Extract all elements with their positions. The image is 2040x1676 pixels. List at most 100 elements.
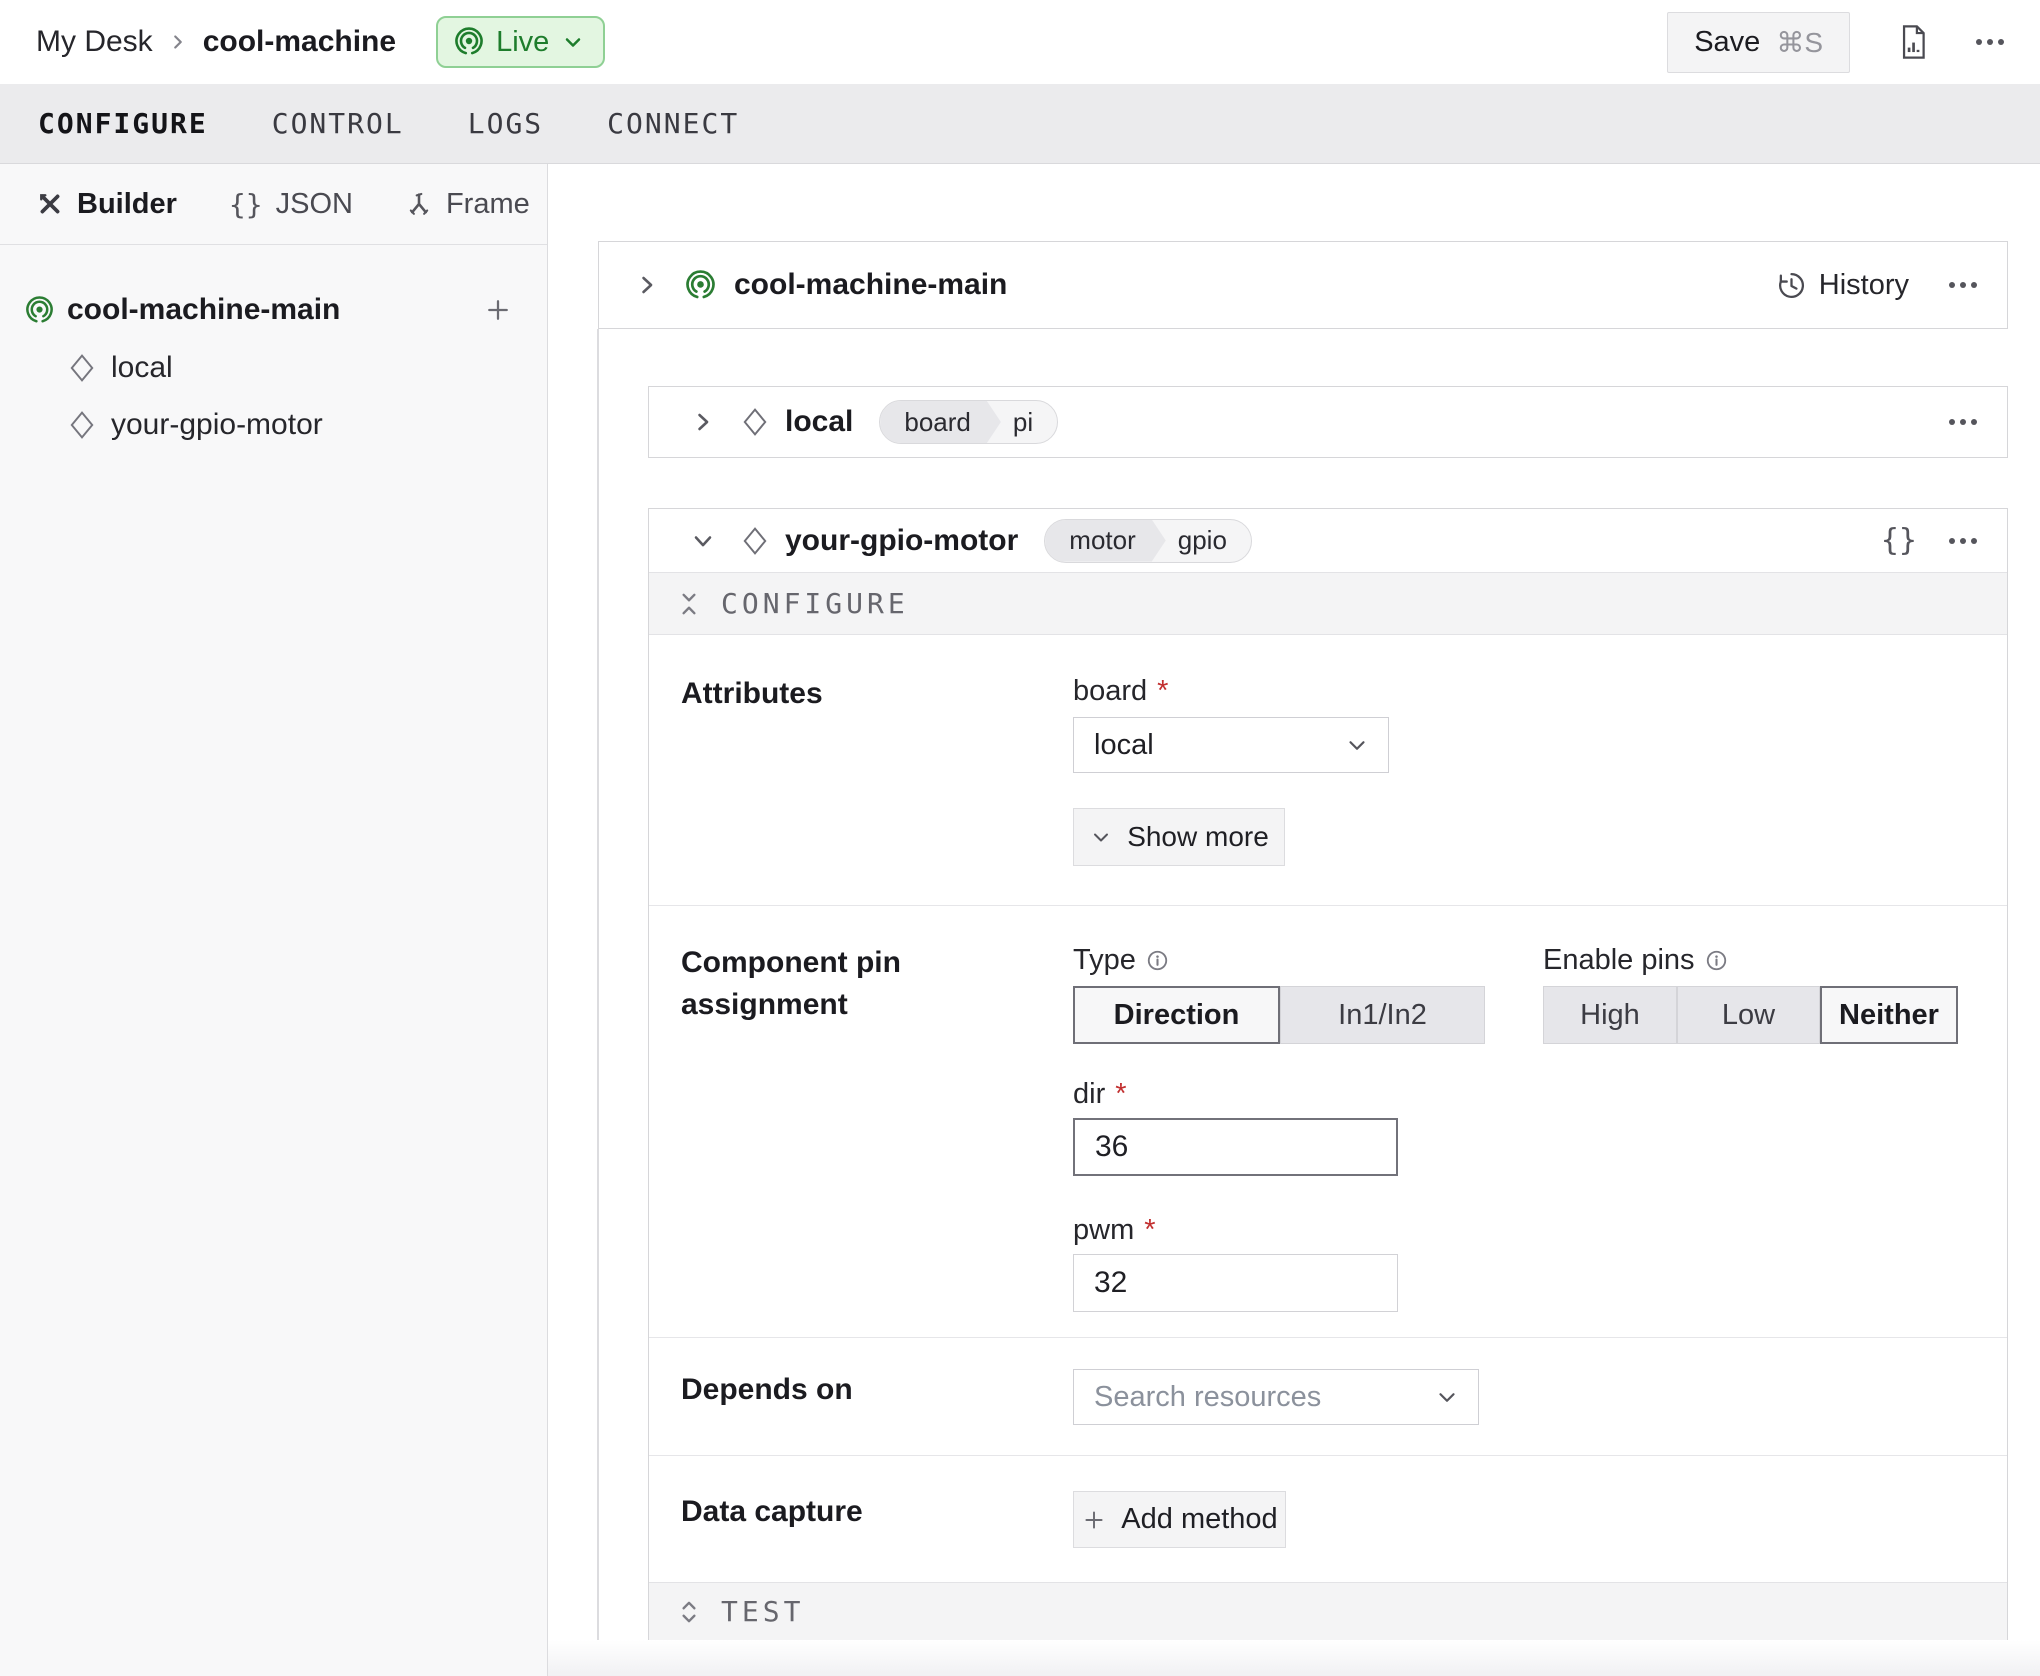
attributes-section-label: Attributes xyxy=(681,673,1073,905)
dir-pin-input[interactable] xyxy=(1073,1118,1398,1176)
component-diamond-icon xyxy=(743,408,767,436)
tab-configure[interactable]: CONFIGURE xyxy=(38,107,208,140)
broadcast-icon xyxy=(454,27,484,57)
depends-on-select[interactable]: Search resources xyxy=(1073,1369,1479,1425)
tree-item-machine-part-label: cool-machine-main xyxy=(67,293,470,327)
view-tab-json-label: JSON xyxy=(276,188,353,221)
tab-connect[interactable]: CONNECT xyxy=(607,107,739,140)
broadcast-icon xyxy=(685,270,716,301)
component-diamond-icon xyxy=(743,527,767,555)
tree-item-local[interactable]: local xyxy=(0,339,547,396)
test-section-label: TEST xyxy=(721,1595,804,1628)
ellipsis-icon xyxy=(1976,39,2004,45)
required-marker: * xyxy=(1115,1078,1126,1111)
view-tab-builder-label: Builder xyxy=(77,188,177,221)
curly-braces-icon: {} xyxy=(229,188,263,221)
pwm-field-label: pwm xyxy=(1073,1214,1134,1247)
required-marker: * xyxy=(1144,1214,1155,1247)
chevron-right-icon[interactable] xyxy=(689,408,717,436)
gpio-motor-card-header: your-gpio-motor motor gpio {} xyxy=(649,509,2007,572)
save-shortcut: ⌘S xyxy=(1776,26,1823,59)
machine-part-title: cool-machine-main xyxy=(734,268,1007,302)
local-board-title: local xyxy=(785,405,853,439)
add-method-button[interactable]: Add method xyxy=(1073,1491,1286,1548)
tree-item-your-gpio-motor[interactable]: your-gpio-motor xyxy=(0,396,547,453)
breadcrumb-parent[interactable]: My Desk xyxy=(36,25,153,59)
add-component-icon[interactable] xyxy=(483,295,513,325)
pwm-pin-input[interactable] xyxy=(1073,1254,1398,1312)
pin-assignment-section: Component pin assignment Type xyxy=(649,906,2007,1338)
info-icon[interactable] xyxy=(1705,949,1728,972)
view-tab-frame[interactable]: Frame xyxy=(405,188,530,221)
depends-on-section-label: Depends on xyxy=(681,1369,1073,1455)
configure-main-panel: cool-machine-main History xyxy=(548,164,2040,1676)
configure-section-label: CONFIGURE xyxy=(721,587,909,620)
save-button-label: Save xyxy=(1694,26,1760,59)
show-more-button[interactable]: Show more xyxy=(1073,808,1285,866)
expand-vertical-icon xyxy=(679,1598,699,1626)
type-toggle-group: Direction In1/In2 xyxy=(1073,986,1485,1044)
tab-control[interactable]: CONTROL xyxy=(272,107,404,140)
edit-json-icon[interactable]: {} xyxy=(1881,523,1917,558)
enable-pins-toggle-group: High Low Neither xyxy=(1543,986,1958,1044)
enable-option-low[interactable]: Low xyxy=(1677,986,1820,1044)
resource-tree: cool-machine-main local your-gpio-motor xyxy=(0,245,547,453)
data-capture-section: Data capture Add method xyxy=(649,1456,2007,1582)
add-method-label: Add method xyxy=(1121,1503,1277,1536)
file-chart-icon xyxy=(1896,23,1930,61)
gpio-motor-type-tag: motor gpio xyxy=(1044,519,1252,563)
machine-report-button[interactable] xyxy=(1896,23,1930,61)
view-tab-json[interactable]: {} JSON xyxy=(229,188,353,221)
enable-option-high[interactable]: High xyxy=(1543,986,1677,1044)
component-diamond-icon xyxy=(70,354,94,382)
type-field-label: Type xyxy=(1073,944,1136,977)
plus-icon xyxy=(1081,1507,1107,1533)
depends-on-section: Depends on Search resources xyxy=(649,1338,2007,1456)
chevron-down-icon[interactable] xyxy=(689,527,717,555)
tools-icon xyxy=(36,190,64,218)
history-button[interactable]: History xyxy=(1776,269,1909,302)
page-bottom-fade xyxy=(548,1640,2040,1676)
tree-item-your-gpio-motor-label: your-gpio-motor xyxy=(111,408,323,442)
info-icon[interactable] xyxy=(1146,949,1169,972)
save-button[interactable]: Save ⌘S xyxy=(1667,12,1850,73)
machine-part-card: cool-machine-main History xyxy=(598,241,2008,329)
local-board-overflow-menu[interactable] xyxy=(1949,419,1977,425)
configure-sidebar: Builder {} JSON Frame co xyxy=(0,164,548,1676)
collapse-vertical-icon xyxy=(679,590,699,618)
test-section-bar[interactable]: TEST xyxy=(649,1582,2007,1640)
board-select[interactable]: local xyxy=(1073,717,1389,773)
tag-model: pi xyxy=(1001,401,1057,443)
breadcrumb-chevron-icon xyxy=(167,31,189,53)
header-overflow-menu-button[interactable] xyxy=(1976,39,2004,45)
tag-type: motor xyxy=(1045,520,1165,562)
top-header: My Desk cool-machine Live Save ⌘S xyxy=(0,0,2040,84)
configure-section-bar[interactable]: CONFIGURE xyxy=(649,572,2007,635)
view-tab-frame-label: Frame xyxy=(446,188,530,221)
show-more-label: Show more xyxy=(1127,821,1269,853)
chevron-right-icon[interactable] xyxy=(633,271,661,299)
live-status-dropdown[interactable]: Live xyxy=(436,16,605,68)
view-mode-tabs: Builder {} JSON Frame xyxy=(0,164,547,245)
tab-logs[interactable]: LOGS xyxy=(468,107,543,140)
breadcrumb-current: cool-machine xyxy=(203,25,396,59)
tag-type: board xyxy=(880,401,1001,443)
view-tab-builder[interactable]: Builder xyxy=(36,188,177,221)
history-icon xyxy=(1776,270,1807,301)
tree-item-local-label: local xyxy=(111,351,173,385)
type-option-in1in2[interactable]: In1/In2 xyxy=(1280,986,1485,1044)
chevron-down-icon xyxy=(561,30,585,54)
gpio-motor-overflow-menu[interactable] xyxy=(1949,538,1977,544)
pin-assignment-section-label: Component pin assignment xyxy=(681,942,1073,1337)
depends-on-placeholder: Search resources xyxy=(1094,1381,1434,1414)
tree-item-machine-part[interactable]: cool-machine-main xyxy=(0,281,547,339)
chevron-down-icon xyxy=(1434,1384,1460,1410)
machine-part-overflow-menu[interactable] xyxy=(1949,282,1977,288)
type-option-direction[interactable]: Direction xyxy=(1073,986,1280,1044)
local-board-type-tag: board pi xyxy=(879,400,1058,444)
enable-option-neither[interactable]: Neither xyxy=(1820,986,1958,1044)
chevron-down-icon xyxy=(1344,732,1370,758)
live-badge-label: Live xyxy=(496,26,549,59)
attributes-section: Attributes board * local Show more xyxy=(649,635,2007,906)
main-tab-bar: CONFIGURE CONTROL LOGS CONNECT xyxy=(0,84,2040,164)
